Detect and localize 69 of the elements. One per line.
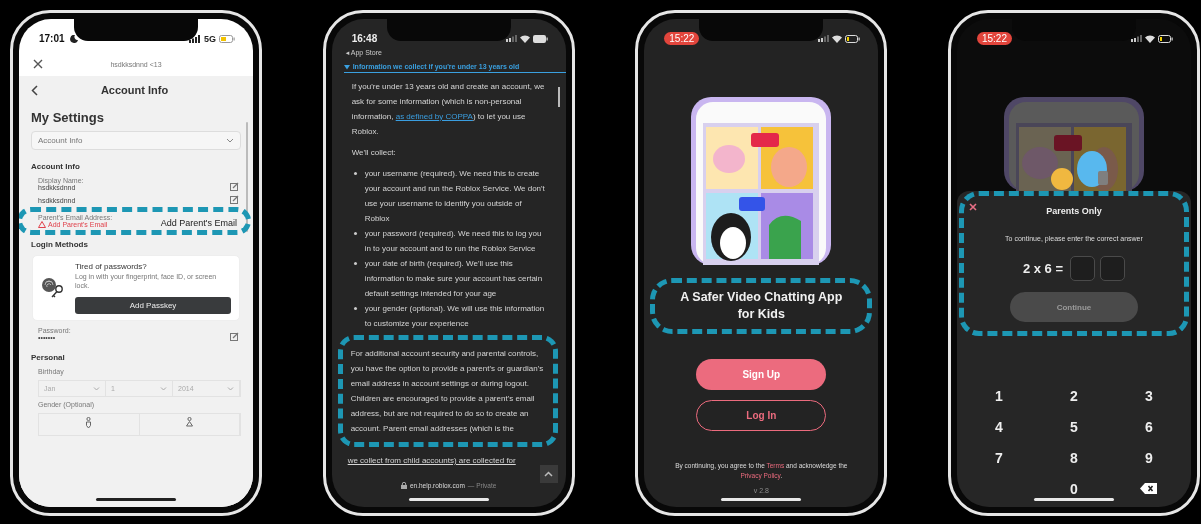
lock-icon xyxy=(400,482,407,489)
battery-icon xyxy=(1157,34,1173,43)
edit-icon[interactable] xyxy=(230,332,239,342)
settings-heading: My Settings xyxy=(31,110,105,125)
keypad-key[interactable]: 8 xyxy=(1053,446,1094,469)
bullet xyxy=(353,232,357,235)
battery-icon xyxy=(219,34,235,43)
section-dropdown[interactable]: Account Info xyxy=(31,131,241,150)
status-time: 15:22 xyxy=(976,32,1012,45)
chevron-down-icon xyxy=(93,386,100,391)
person-icon xyxy=(85,417,93,430)
scroll-top-button[interactable] xyxy=(539,465,558,483)
bullet xyxy=(353,172,357,175)
intro-paragraph: If you're under 13 years old and create an account, we ask for some information (which is non-personal information, as defined by COPPA) to let you use Roblox. xyxy=(351,81,546,138)
keypad-key[interactable]: 5 xyxy=(1053,415,1094,438)
section-heading: Account Info xyxy=(31,162,81,171)
collect-heading: We'll collect: xyxy=(351,147,397,159)
wifi-icon xyxy=(519,34,530,43)
moon-icon xyxy=(69,34,78,43)
edit-icon[interactable] xyxy=(230,182,239,191)
section-heading: Login Methods xyxy=(31,240,89,249)
network-label: 5G xyxy=(204,33,216,44)
paragraph-line: we collect from child accounts) are collected for xyxy=(347,455,517,467)
status-time: 15:22 xyxy=(664,32,700,45)
section-heading: Personal xyxy=(31,353,66,363)
sheet-title: Parents Only xyxy=(1046,206,1102,216)
keypad-key[interactable]: 4 xyxy=(978,415,1019,438)
bullet xyxy=(353,262,357,265)
fingerprint-key-icon xyxy=(41,277,65,300)
bullet xyxy=(353,307,357,310)
app-tagline: A Safer Video Chatting App for Kids xyxy=(679,289,844,323)
keypad-key[interactable]: 7 xyxy=(978,446,1019,469)
edit-icon[interactable] xyxy=(230,195,239,204)
person-icon xyxy=(185,417,193,430)
battery-icon xyxy=(845,34,861,43)
scrollbar xyxy=(557,87,560,107)
chevron-down-icon xyxy=(226,138,234,143)
highlighted-paragraph: For additional account security and parental controls, you have the option to provide a parent's or guardian's email address in account settings or during logout. Children are encouraged to provide a parent's email address, but are not required to do so to create an account. Parent email addresses (which is the xyxy=(337,335,558,447)
close-icon[interactable] xyxy=(33,59,43,69)
keypad-key[interactable]: 0 xyxy=(1053,477,1094,500)
keypad-key[interactable]: 1 xyxy=(978,384,1019,407)
page-title: Account Info xyxy=(100,84,169,96)
backspace-icon xyxy=(1139,483,1158,494)
chevron-up-icon xyxy=(544,471,554,477)
annotation-label: Add Parent's Email xyxy=(160,218,237,228)
close-icon[interactable] xyxy=(968,203,977,211)
wifi-icon xyxy=(832,34,843,43)
add-passkey-button[interactable]: Add Passkey xyxy=(75,297,231,315)
keypad-key[interactable]: 2 xyxy=(1053,384,1094,407)
list-item: your gender (optional). We will use this information to customize your experience xyxy=(364,303,546,330)
signal-icon xyxy=(1130,35,1142,42)
status-time: 16:48 xyxy=(351,33,378,44)
chevron-down-icon xyxy=(160,386,167,391)
signal-icon xyxy=(818,35,830,42)
signal-icon xyxy=(505,35,517,42)
math-question: 2 x 6 = xyxy=(1022,261,1064,276)
signal-icon xyxy=(189,34,201,43)
keypad-key[interactable]: 3 xyxy=(1128,384,1169,407)
keypad-key[interactable]: 9 xyxy=(1128,446,1169,469)
back-icon[interactable] xyxy=(31,84,38,96)
coppa-link[interactable]: as defined by COPPA xyxy=(395,112,473,121)
warning-icon xyxy=(38,221,46,228)
keypad-key[interactable]: 6 xyxy=(1128,415,1169,438)
wifi-icon xyxy=(1144,34,1155,43)
battery-icon xyxy=(532,34,548,43)
triangle-icon xyxy=(343,63,350,70)
chevron-down-icon xyxy=(227,386,234,391)
status-time: 17:01 xyxy=(39,33,65,44)
passkey-title: Tired of passwords? xyxy=(75,262,148,271)
